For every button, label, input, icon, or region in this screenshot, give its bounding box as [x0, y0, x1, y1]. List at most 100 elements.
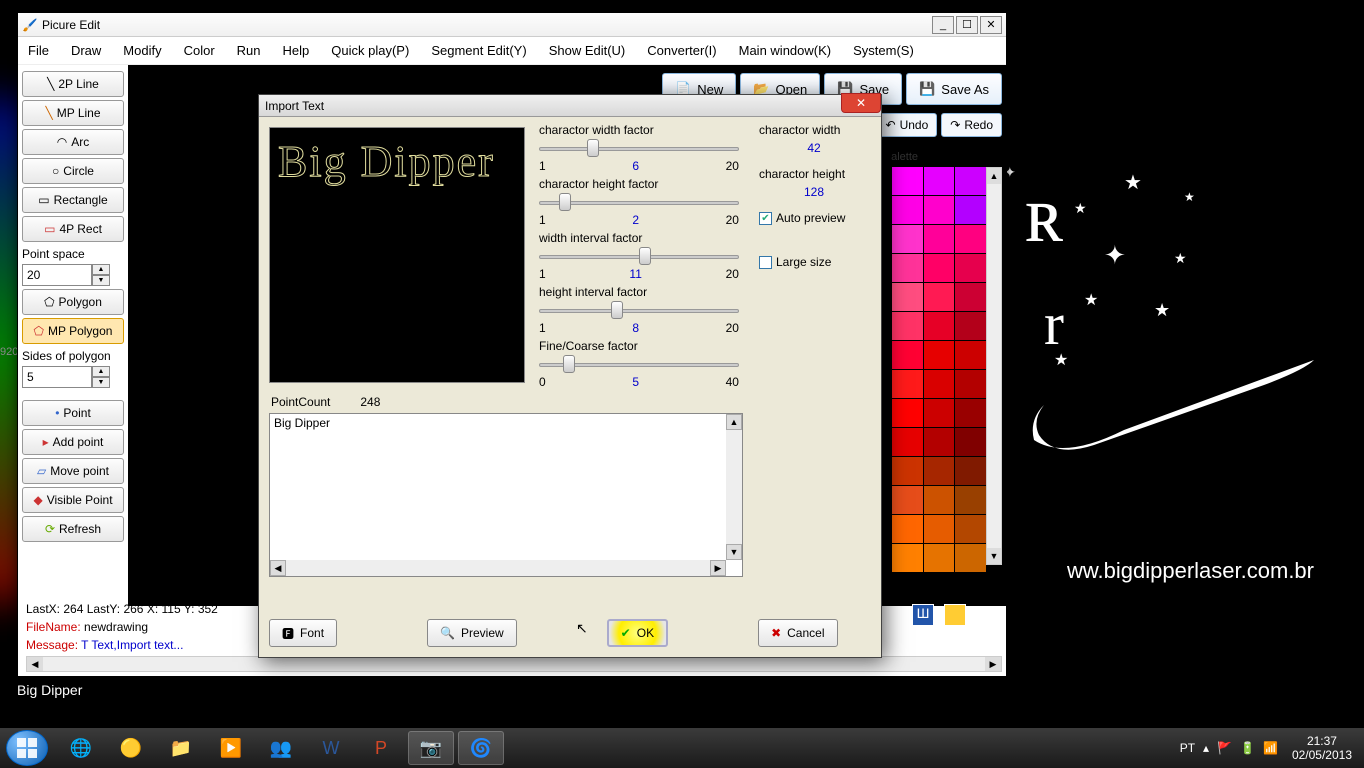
- ok-button[interactable]: ✔OK: [607, 619, 668, 647]
- palette-color[interactable]: [892, 167, 923, 195]
- textarea-vscroll[interactable]: ▲ ▼: [726, 414, 742, 560]
- palette-color[interactable]: [955, 225, 986, 253]
- large-size-checkbox[interactable]: Large size: [759, 255, 869, 269]
- palette-color[interactable]: [955, 457, 986, 485]
- vscroll-down[interactable]: ▼: [726, 544, 742, 560]
- horizontal-scrollbar[interactable]: ◀ ▶: [26, 656, 1002, 672]
- taskbar-app2[interactable]: 🌀: [458, 731, 504, 765]
- slider-height_interval[interactable]: [539, 299, 739, 321]
- palette-color[interactable]: [892, 399, 923, 427]
- palette-color[interactable]: [924, 196, 955, 224]
- tool-movepoint[interactable]: ▱Move point: [22, 458, 124, 484]
- text-input-area[interactable]: Big Dipper ▲ ▼ ◀ ▶: [269, 413, 743, 577]
- sides-input[interactable]: [22, 366, 92, 388]
- menu-mainwindow[interactable]: Main window(K): [735, 40, 835, 61]
- palette-color[interactable]: [924, 486, 955, 514]
- close-button[interactable]: ✕: [980, 16, 1002, 34]
- font-button[interactable]: 🅵Font: [269, 619, 337, 647]
- tool-circle[interactable]: ○Circle: [22, 158, 124, 184]
- taskbar-messenger[interactable]: 👥: [258, 731, 304, 765]
- textarea-hscroll[interactable]: ◀ ▶: [270, 560, 726, 576]
- menu-converter[interactable]: Converter(I): [643, 40, 720, 61]
- palette-color[interactable]: [955, 544, 986, 572]
- palette-color[interactable]: [924, 370, 955, 398]
- palette-color[interactable]: [892, 457, 923, 485]
- tool-2pline[interactable]: ╲2P Line: [22, 71, 124, 97]
- menu-showedit[interactable]: Show Edit(U): [545, 40, 630, 61]
- taskbar-chrome[interactable]: 🟡: [108, 731, 154, 765]
- menu-file[interactable]: File: [24, 40, 53, 61]
- taskbar-app1[interactable]: 📷: [408, 731, 454, 765]
- palette-color[interactable]: [955, 196, 986, 224]
- palette-color[interactable]: [924, 283, 955, 311]
- menu-run[interactable]: Run: [233, 40, 265, 61]
- preview-button[interactable]: 🔍Preview: [427, 619, 517, 647]
- palette-color[interactable]: [955, 428, 986, 456]
- palette-color[interactable]: [955, 341, 986, 369]
- menu-system[interactable]: System(S): [849, 40, 918, 61]
- tool-mpline[interactable]: ╲MP Line: [22, 100, 124, 126]
- tray-battery-icon[interactable]: 🔋: [1240, 741, 1255, 755]
- tray-flag-icon[interactable]: 🚩: [1217, 741, 1232, 755]
- palette-color[interactable]: [955, 312, 986, 340]
- point-space-input[interactable]: [22, 264, 92, 286]
- palette-color[interactable]: [892, 254, 923, 282]
- tray-clock[interactable]: 21:37 02/05/2013: [1292, 734, 1352, 763]
- palette-color[interactable]: [892, 428, 923, 456]
- minimize-button[interactable]: _: [932, 16, 954, 34]
- palette-color[interactable]: [924, 399, 955, 427]
- slider-width_factor[interactable]: [539, 137, 739, 159]
- palette-color[interactable]: [924, 428, 955, 456]
- palette-color[interactable]: [924, 254, 955, 282]
- redo-button[interactable]: ↷Redo: [941, 113, 1002, 137]
- palette-color[interactable]: [924, 341, 955, 369]
- tray-lang[interactable]: PT: [1180, 741, 1195, 755]
- vscroll-up[interactable]: ▲: [726, 414, 742, 430]
- palette-color[interactable]: [955, 399, 986, 427]
- tool-4prect[interactable]: ▭4P Rect: [22, 216, 124, 242]
- spin-down[interactable]: ▼: [92, 275, 110, 286]
- spin-up-2[interactable]: ▲: [92, 366, 110, 377]
- palette-color[interactable]: [924, 312, 955, 340]
- taskbar-powerpoint[interactable]: P: [358, 731, 404, 765]
- scroll-up[interactable]: ▲: [987, 168, 1001, 184]
- taskbar-media[interactable]: ▶️: [208, 731, 254, 765]
- taskbar-explorer[interactable]: 📁: [158, 731, 204, 765]
- taskbar-word[interactable]: W: [308, 731, 354, 765]
- palette-color[interactable]: [892, 341, 923, 369]
- palette-color[interactable]: [955, 167, 986, 195]
- slider-height_factor[interactable]: [539, 191, 739, 213]
- menu-modify[interactable]: Modify: [119, 40, 165, 61]
- palette-color[interactable]: [892, 544, 923, 572]
- tool-polygon[interactable]: ⬠Polygon: [22, 289, 124, 315]
- menu-draw[interactable]: Draw: [67, 40, 105, 61]
- maximize-button[interactable]: ☐: [956, 16, 978, 34]
- palette-color[interactable]: [892, 283, 923, 311]
- tool-rectangle[interactable]: ▭Rectangle: [22, 187, 124, 213]
- auto-preview-checkbox[interactable]: ✔Auto preview: [759, 211, 869, 225]
- menu-quickplay[interactable]: Quick play(P): [327, 40, 413, 61]
- palette-color[interactable]: [955, 283, 986, 311]
- slider-width_interval[interactable]: [539, 245, 739, 267]
- tool-point[interactable]: •Point: [22, 400, 124, 426]
- tool-addpoint[interactable]: ▸Add point: [22, 429, 124, 455]
- palette-color[interactable]: [892, 486, 923, 514]
- hscroll-left[interactable]: ◀: [270, 560, 286, 576]
- palette-scrollbar[interactable]: ▲ ▼: [986, 167, 1002, 565]
- spin-up[interactable]: ▲: [92, 264, 110, 275]
- undo-button[interactable]: ↶Undo: [877, 113, 938, 137]
- palette-color[interactable]: [924, 544, 955, 572]
- palette-color[interactable]: [924, 225, 955, 253]
- palette-color[interactable]: [892, 225, 923, 253]
- tray-network-icon[interactable]: 📶: [1263, 741, 1278, 755]
- tool-visiblepoint[interactable]: ◆Visible Point: [22, 487, 124, 513]
- tool-arc[interactable]: ◠Arc: [22, 129, 124, 155]
- palette-color[interactable]: [924, 515, 955, 543]
- palette-color[interactable]: [955, 486, 986, 514]
- hscroll-right[interactable]: ▶: [710, 560, 726, 576]
- hscroll-right[interactable]: ▶: [985, 657, 1001, 671]
- palette-color[interactable]: [955, 515, 986, 543]
- palette-color[interactable]: [955, 254, 986, 282]
- palette-color[interactable]: [892, 196, 923, 224]
- scroll-down[interactable]: ▼: [987, 548, 1001, 564]
